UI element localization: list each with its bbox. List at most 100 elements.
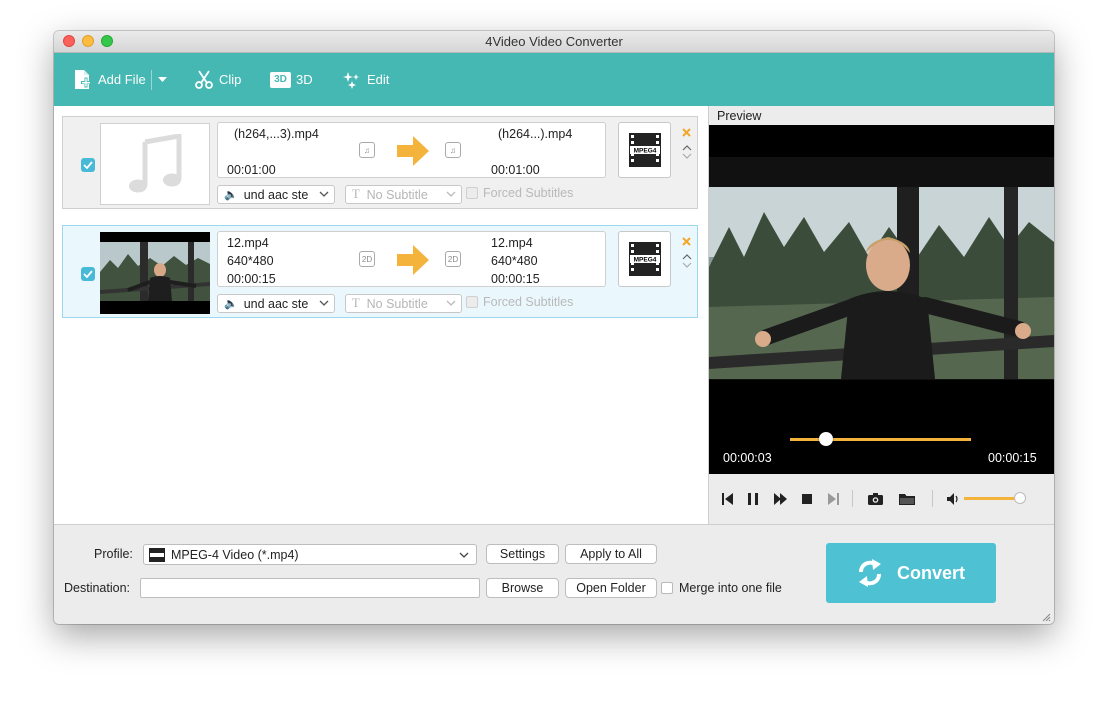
subtitle-select[interactable]: T No Subtitle [345,185,462,204]
skip-forward-icon [828,493,839,505]
pause-button[interactable] [748,492,758,506]
forced-subtitles-checkbox[interactable]: Forced Subtitles [466,295,573,309]
zoom-window-button[interactable] [101,35,113,47]
video-thumbnail [100,232,210,314]
remove-file-button[interactable] [682,125,691,140]
preview-label: Preview [717,109,762,123]
settings-button[interactable]: Settings [486,544,559,564]
next-button[interactable] [828,492,839,506]
text-icon: T [352,296,360,310]
move-down-button[interactable] [682,257,692,272]
pause-icon [748,493,758,505]
window-title: 4Video Video Converter [485,34,623,49]
stop-icon [802,494,812,504]
add-file-button[interactable]: Add File [73,53,146,106]
speaker-icon: 🔈 [224,189,238,201]
chevron-down-icon [319,191,329,197]
audio-track-select[interactable]: 🔈 und aac ste [217,294,335,313]
bottom-bar: Profile: MPEG-4 Video (*.mp4) Settings A… [54,524,1054,624]
resize-grip-icon[interactable] [1041,612,1051,622]
audio-track-select[interactable]: 🔈 und aac ste [217,185,335,204]
snapshot-button[interactable] [868,492,883,506]
add-file-label: Add File [98,72,146,87]
forced-subtitles-checkbox[interactable]: Forced Subtitles [466,186,573,200]
chevron-down-icon [158,76,167,82]
toolbar-separator [151,70,152,90]
add-file-icon [75,69,91,89]
source-duration: 00:01:00 [227,163,276,177]
destination-input[interactable] [140,578,480,598]
edit-button[interactable]: Edit [342,53,389,106]
chevron-down-icon [682,153,692,159]
close-window-button[interactable] [63,35,75,47]
fast-forward-button[interactable] [774,492,787,506]
clip-label: Clip [219,72,242,87]
camera-icon [868,493,883,505]
apply-to-all-button[interactable]: Apply to All [565,544,657,564]
source-file-name: (h264,...3).mp4 [234,127,319,141]
svg-text:MPEG4: MPEG4 [633,148,656,155]
file-list: (h264,...3).mp4 00:01:00 ♫ ♫ (h264...).m… [54,106,709,524]
stop-button[interactable] [802,492,812,506]
convert-button[interactable]: Convert [826,543,996,603]
profile-value: MPEG-4 Video (*.mp4) [171,547,299,562]
convert-arrow-icon [397,136,429,166]
remove-file-button[interactable] [682,234,691,249]
sparkle-icon [343,71,359,89]
refresh-icon [858,559,881,587]
toolbar: Add File Clip 3D 3D Edit [54,53,1054,106]
clip-button[interactable]: Clip [194,53,241,106]
target-resolution: 640*480 [491,254,538,268]
fast-forward-icon [774,493,787,505]
minimize-window-button[interactable] [82,35,94,47]
edit-label: Edit [367,72,390,87]
forced-subtitles-label: Forced Subtitles [483,295,574,309]
3d-icon: 3D [270,71,291,88]
folder-icon [899,494,915,505]
video-frame-image [100,232,210,314]
2d-icon: 2D [359,251,375,267]
file-checkbox[interactable] [81,267,95,281]
film-mpeg4-icon [149,547,165,562]
chevron-down-icon [682,262,692,268]
output-format-button[interactable]: MPEG4 [618,231,671,287]
file-row[interactable]: (h264,...3).mp4 00:01:00 ♫ ♫ (h264...).m… [62,116,698,209]
3d-label: 3D [296,72,313,87]
merge-checkbox[interactable] [661,582,673,594]
file-row[interactable]: 12.mp4 640*480 00:00:15 2D 2D 12.mp4 640… [62,225,698,318]
move-down-button[interactable] [682,148,692,163]
speaker-icon [947,493,958,505]
add-file-dropdown[interactable] [158,53,172,106]
close-icon [682,128,691,137]
volume-track[interactable] [964,497,1020,500]
profile-label: Profile: [94,547,133,561]
output-format-button[interactable]: MPEG4 [618,122,671,178]
2d-icon: 2D [445,251,461,267]
browse-button[interactable]: Browse [486,578,559,598]
video-preview[interactable]: 00:00:03 00:00:15 [709,125,1054,474]
previous-button[interactable] [722,492,733,506]
file-info-box[interactable]: (h264,...3).mp4 00:01:00 ♫ ♫ (h264...).m… [217,122,606,178]
file-checkbox[interactable] [81,158,95,172]
audio-track-value: und aac ste [243,296,309,311]
volume-handle[interactable] [1013,492,1026,504]
chevron-down-icon [446,191,456,197]
seek-track[interactable] [790,438,971,441]
profile-select[interactable]: MPEG-4 Video (*.mp4) [143,544,477,565]
3d-button[interactable]: 3D 3D [270,53,313,106]
close-icon [682,237,691,246]
open-folder-button[interactable]: Open Folder [565,578,657,598]
check-icon [83,161,93,169]
source-file-name: 12.mp4 [227,236,269,250]
subtitle-value: No Subtitle [366,187,428,202]
volume-button[interactable] [947,492,960,506]
open-snapshot-folder-button[interactable] [899,492,915,506]
subtitle-select[interactable]: T No Subtitle [345,294,462,313]
check-icon [83,270,93,278]
convert-arrow-icon [397,245,429,275]
chevron-down-icon [459,552,469,558]
chevron-down-icon [446,300,456,306]
total-time: 00:00:15 [988,451,1037,465]
title-bar: 4Video Video Converter [54,31,1054,53]
file-info-box[interactable]: 12.mp4 640*480 00:00:15 2D 2D 12.mp4 640… [217,231,606,287]
